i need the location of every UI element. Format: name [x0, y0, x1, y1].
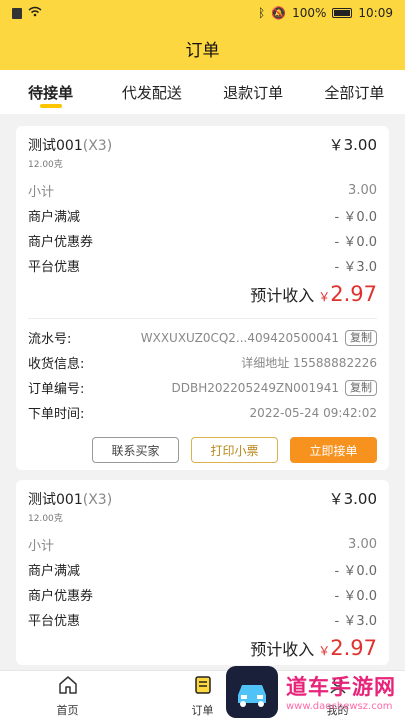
bluetooth-icon: ᛒ: [257, 6, 266, 20]
income-amount: 2.97: [330, 636, 377, 660]
product-price: ￥3.00: [328, 136, 377, 154]
fee-row-subtotal: 小计 3.00: [28, 532, 377, 557]
status-bar: ᛒ 🔕 100% 10:09: [0, 0, 405, 26]
nav-label: 订单: [191, 703, 214, 717]
fee-value: 3.00: [348, 537, 377, 552]
order-time-label: 下单时间:: [28, 407, 85, 422]
fee-value: - ￥0.0: [334, 564, 378, 579]
estimated-income: 预计收入 ￥ 2.97: [28, 282, 377, 312]
tab-all[interactable]: 全部订单: [304, 70, 405, 114]
nav-label: 首页: [56, 703, 79, 717]
income-currency: ￥: [318, 644, 331, 658]
product-name: 测试001: [28, 492, 83, 508]
tab-refund[interactable]: 退款订单: [203, 70, 304, 114]
tab-pending[interactable]: 待接单: [0, 70, 101, 114]
order-tabs: 待接单 代发配送 退款订单 全部订单: [0, 70, 405, 114]
fee-label: 商户满减: [28, 210, 81, 225]
order-number-value: DDBH202205249ZN001941: [171, 380, 339, 395]
shipping-row: 收货信息: 详细地址 15588882226: [28, 350, 377, 375]
accept-order-button[interactable]: 立即接单: [290, 437, 377, 463]
home-icon: [57, 674, 79, 699]
page-title: 订单: [0, 26, 405, 70]
battery-icon: [332, 8, 353, 18]
fee-label: 商户满减: [28, 564, 81, 579]
fee-row-subtotal: 小计 3.00: [28, 178, 377, 203]
order-number-label: 订单编号:: [28, 382, 85, 397]
battery-percent: 100%: [292, 6, 327, 20]
order-number-row: 订单编号: DDBH202205249ZN001941 复制: [28, 375, 377, 400]
product-qty: (X3): [82, 138, 113, 154]
watermark: 道车手游网 www.daochewsz.com: [226, 663, 405, 720]
fee-label: 小计: [28, 539, 55, 554]
order-time-value: 2022-05-24 09:42:02: [249, 405, 377, 420]
order-card: 测试001(X3) ￥3.00 12.00克 小计 3.00 商户满减 - ￥0…: [16, 480, 389, 665]
order-actions: 联系买家 打印小票 立即接单: [28, 437, 377, 463]
order-card: 测试001(X3) ￥3.00 12.00克 小计 3.00 商户满减 - ￥0…: [16, 126, 389, 470]
fee-row-platform-discount: 平台优惠 - ￥3.0: [28, 607, 377, 632]
watermark-url: www.daochewsz.com: [286, 701, 393, 712]
copy-serial-button[interactable]: 复制: [345, 329, 377, 346]
fee-value: - ￥0.0: [334, 235, 378, 250]
nav-item-home[interactable]: 首页: [0, 671, 135, 720]
product-weight: 12.00克: [28, 160, 63, 170]
fee-value: - ￥3.0: [334, 260, 378, 275]
shipping-label: 收货信息:: [28, 357, 85, 372]
product-name: 测试001: [28, 138, 83, 154]
fee-row-merchant-coupon: 商户优惠券 - ￥0.0: [28, 228, 377, 253]
fee-value: 3.00: [348, 183, 377, 198]
product-qty: (X3): [82, 492, 113, 508]
estimated-income: 预计收入 ￥ 2.97: [28, 636, 377, 666]
shipping-value: 详细地址 15588882226: [241, 356, 377, 370]
mute-icon: 🔕: [271, 6, 287, 20]
product-row: 测试001(X3) ￥3.00: [28, 488, 377, 509]
product-weight: 12.00克: [28, 514, 63, 524]
fee-label: 平台优惠: [28, 260, 81, 275]
fee-label: 平台优惠: [28, 614, 81, 629]
product-row: 测试001(X3) ￥3.00: [28, 134, 377, 155]
income-amount: 2.97: [330, 282, 377, 306]
income-label: 预计收入: [250, 640, 315, 659]
income-label: 预计收入: [250, 286, 315, 305]
order-time-row: 下单时间: 2022-05-24 09:42:02: [28, 400, 377, 425]
fee-value: - ￥0.0: [334, 589, 378, 604]
divider: [28, 318, 377, 319]
print-receipt-button[interactable]: 打印小票: [191, 437, 278, 463]
fee-value: - ￥3.0: [334, 614, 378, 629]
fee-label: 商户优惠券: [28, 235, 94, 250]
tab-delivery[interactable]: 代发配送: [101, 70, 202, 114]
fee-row-merchant-discount: 商户满减 - ￥0.0: [28, 203, 377, 228]
serial-label: 流水号:: [28, 332, 72, 347]
watermark-logo: [226, 665, 278, 718]
fee-row-platform-discount: 平台优惠 - ￥3.0: [28, 253, 377, 278]
serial-value: WXXUXUZ0CQ2...409420500041: [140, 330, 339, 345]
income-currency: ￥: [318, 290, 331, 304]
watermark-title: 道车手游网: [286, 675, 396, 699]
fee-label: 商户优惠券: [28, 589, 94, 604]
fee-row-merchant-coupon: 商户优惠券 - ￥0.0: [28, 582, 377, 607]
wifi-icon: [28, 6, 42, 20]
order-icon: [192, 674, 214, 699]
sim-icon: [12, 7, 22, 19]
fee-value: - ￥0.0: [334, 210, 378, 225]
copy-order-number-button[interactable]: 复制: [345, 379, 377, 396]
serial-row: 流水号: WXXUXUZ0CQ2...409420500041 复制: [28, 325, 377, 350]
contact-buyer-button[interactable]: 联系买家: [92, 437, 179, 463]
fee-label: 小计: [28, 185, 55, 200]
fee-row-merchant-discount: 商户满减 - ￥0.0: [28, 557, 377, 582]
clock: 10:09: [358, 6, 393, 20]
product-price: ￥3.00: [328, 490, 377, 508]
